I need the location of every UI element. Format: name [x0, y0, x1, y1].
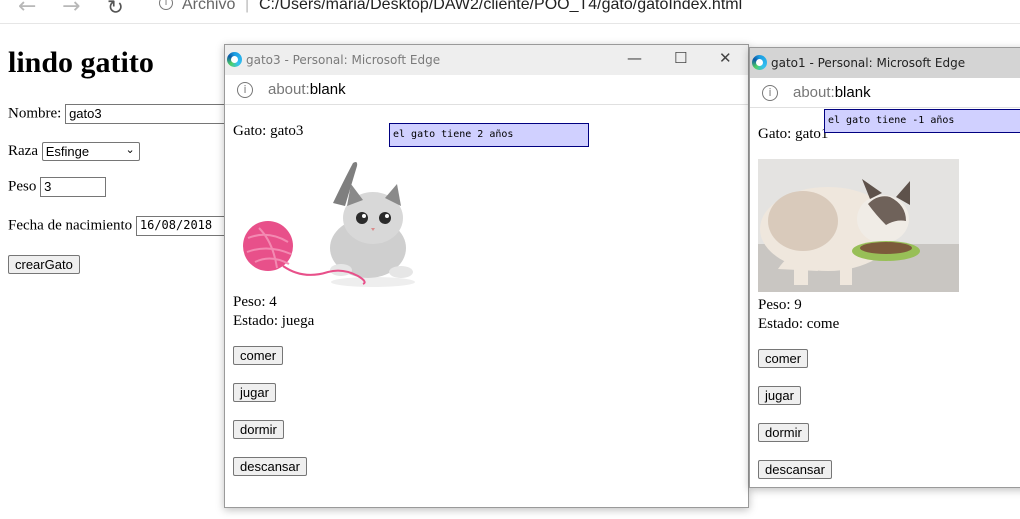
gato-name-text: Gato: gato1 — [758, 126, 829, 142]
peso-label: Peso — [8, 178, 37, 195]
crear-gato-button[interactable]: crearGato — [8, 255, 80, 274]
dormir-button[interactable]: dormir — [233, 420, 284, 439]
window-url-bar: i about:blank — [750, 78, 1020, 108]
estado-text: Estado: juega — [233, 313, 315, 329]
minimize-icon[interactable]: — — [627, 49, 642, 67]
raza-label: Raza — [8, 142, 38, 159]
age-alert-box: el gato tiene -1 años — [824, 109, 1020, 133]
comer-button[interactable]: comer — [758, 349, 809, 368]
chevron-down-icon: ⌄ — [125, 144, 135, 156]
gato3-window: gato3 - Personal: Microsoft Edge — ☐ ✕ i… — [224, 44, 749, 508]
peso-text: Peso: 9 — [758, 297, 802, 313]
address-url[interactable]: C:/Users/maria/Desktop/DAW2/cliente/POO_… — [259, 0, 742, 14]
gato-name-text: Gato: gato3 — [233, 123, 304, 139]
jugar-button[interactable]: jugar — [233, 383, 276, 402]
jugar-button[interactable]: jugar — [758, 386, 801, 405]
address-protocol-label: Archivo — [182, 0, 236, 13]
back-arrow-icon[interactable]: ← — [18, 0, 36, 19]
window-title: gato1 - Personal: Microsoft Edge — [771, 56, 966, 70]
url-scheme: about: — [793, 84, 835, 101]
window-url[interactable]: about:blank — [793, 84, 871, 101]
peso-row: Peso 3 — [8, 177, 107, 197]
fecha-row: Fecha de nacimiento 16/08/2018 — [8, 216, 226, 236]
info-icon[interactable]: i — [159, 0, 173, 10]
window-url[interactable]: about:blank — [268, 81, 346, 98]
window-titlebar[interactable]: gato3 - Personal: Microsoft Edge — ☐ ✕ — [225, 45, 748, 75]
dormir-button[interactable]: dormir — [758, 423, 809, 442]
window-content: Gato: gato3 el gato tiene 2 años Peso: 4… — [225, 106, 748, 507]
url-scheme: about: — [268, 81, 310, 98]
nombre-label: Nombre: — [8, 105, 62, 122]
forward-arrow-icon[interactable]: → — [62, 0, 80, 19]
close-icon[interactable]: ✕ — [719, 49, 732, 67]
window-titlebar[interactable]: gato1 - Personal: Microsoft Edge — [750, 48, 1020, 78]
estado-text: Estado: come — [758, 316, 840, 332]
url-host: blank — [309, 81, 346, 98]
peso-input[interactable]: 3 — [40, 177, 107, 197]
descansar-button[interactable]: descansar — [233, 457, 307, 476]
address-separator: | — [245, 0, 250, 13]
nombre-input[interactable]: gato3 — [65, 104, 236, 124]
address-bar: ← → ↻ i Archivo | C:/Users/maria/Desktop… — [0, 0, 1020, 24]
window-content: Gato: gato1 el gato tiene -1 años Peso: … — [750, 109, 1020, 487]
edge-logo-icon — [752, 55, 767, 70]
age-alert-box: el gato tiene 2 años — [389, 123, 589, 147]
kitten-with-yarn-image — [233, 158, 433, 290]
nombre-row: Nombre: gato3 — [8, 104, 236, 124]
raza-select[interactable]: Esfinge ⌄ — [41, 142, 140, 161]
info-icon[interactable]: i — [237, 82, 253, 98]
fecha-label: Fecha de nacimiento — [8, 217, 133, 234]
descansar-button[interactable]: descansar — [758, 460, 832, 479]
window-url-bar: i about:blank — [225, 75, 748, 105]
reload-icon[interactable]: ↻ — [107, 0, 124, 19]
peso-text: Peso: 4 — [233, 294, 277, 310]
comer-button[interactable]: comer — [233, 346, 284, 365]
raza-row: Raza Esfinge ⌄ — [8, 142, 140, 161]
raza-select-value: Esfinge — [45, 144, 90, 159]
edge-logo-icon — [227, 52, 242, 67]
fecha-input[interactable]: 16/08/2018 — [135, 216, 226, 236]
gato1-window: gato1 - Personal: Microsoft Edge i about… — [749, 47, 1020, 488]
info-icon[interactable]: i — [762, 85, 778, 101]
maximize-icon[interactable]: ☐ — [674, 49, 687, 67]
page-title: lindo gatito — [8, 46, 154, 79]
crear-row: crearGato — [8, 255, 80, 274]
window-title: gato3 - Personal: Microsoft Edge — [246, 53, 441, 67]
cat-eating-image — [758, 159, 959, 292]
url-host: blank — [834, 84, 871, 101]
